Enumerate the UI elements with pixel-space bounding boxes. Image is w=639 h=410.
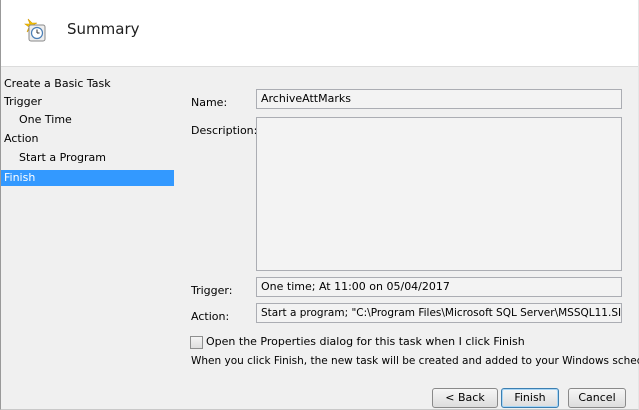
nav-item-start-a-program[interactable]: Start a Program — [19, 150, 106, 166]
cancel-button[interactable]: Cancel — [568, 388, 626, 408]
wizard-title: Summary — [67, 20, 140, 38]
action-label: Action: — [191, 310, 230, 323]
trigger-label: Trigger: — [191, 284, 233, 297]
name-field: ArchiveAttMarks — [256, 89, 622, 109]
trigger-field: One time; At 11:00 on 05/04/2017 — [256, 277, 622, 297]
action-field: Start a program; "C:\Program Files\Micro… — [256, 303, 622, 323]
nav-item-finish[interactable]: Finish — [1, 170, 174, 186]
nav-item-create-basic-task[interactable]: Create a Basic Task — [4, 76, 111, 92]
finish-note: When you click Finish, the new task will… — [191, 355, 639, 367]
open-properties-checkbox[interactable] — [190, 336, 203, 349]
task-wizard-window: Summary Create a Basic Task Trigger One … — [0, 0, 639, 410]
open-properties-label[interactable]: Open the Properties dialog for this task… — [206, 335, 525, 348]
description-field — [256, 117, 622, 271]
task-clock-icon — [24, 18, 46, 42]
name-label: Name: — [191, 96, 228, 109]
finish-button[interactable]: Finish — [501, 388, 559, 408]
nav-item-one-time[interactable]: One Time — [19, 112, 72, 128]
back-button[interactable]: < Back — [432, 388, 498, 408]
nav-item-action[interactable]: Action — [4, 131, 38, 147]
header-divider — [1, 66, 638, 67]
description-label: Description: — [191, 124, 258, 137]
wizard-header: Summary — [1, 0, 638, 66]
nav-item-trigger[interactable]: Trigger — [4, 94, 42, 110]
